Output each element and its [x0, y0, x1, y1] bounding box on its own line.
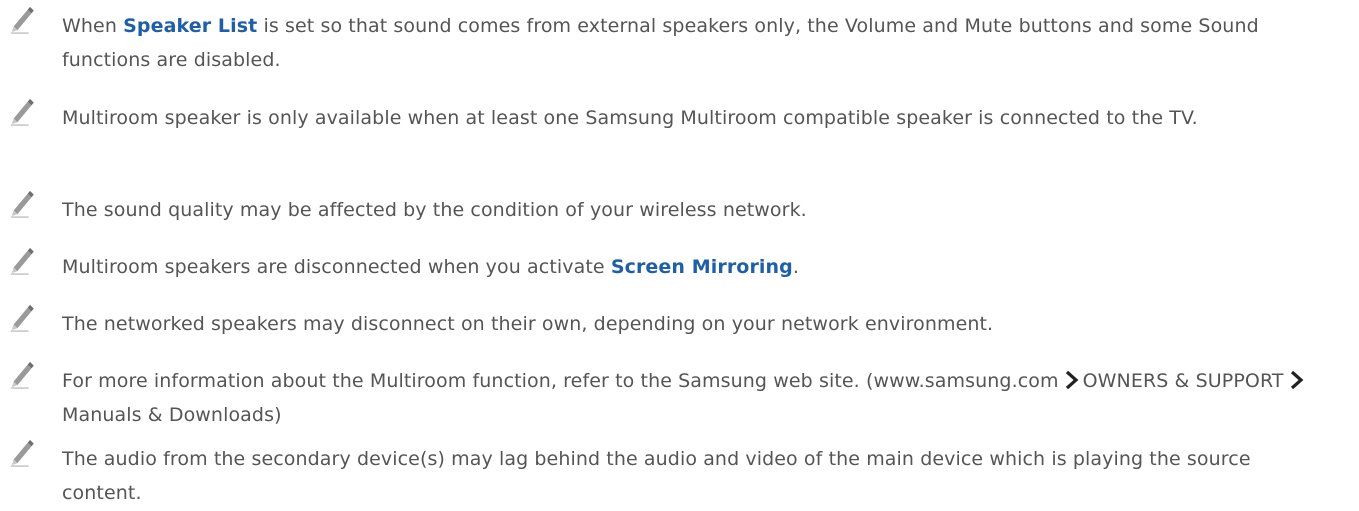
- pencil-icon: [10, 304, 35, 332]
- chevron-right-icon: [1064, 370, 1078, 390]
- note-text: Multiroom speaker is only available when…: [62, 107, 1198, 129]
- pencil-icon: [10, 98, 35, 126]
- note-text: For more information about the Multiroom…: [62, 364, 1332, 432]
- note-text: The sound quality may be affected by the…: [62, 199, 807, 221]
- pencil-icon: [10, 247, 35, 275]
- chevron-right-icon: [1289, 370, 1303, 390]
- pencil-icon: [10, 439, 35, 467]
- pencil-icon: [10, 361, 35, 389]
- note-text: The networked speakers may disconnect on…: [62, 313, 994, 335]
- note-text: Multiroom speakers are disconnected when…: [62, 256, 800, 278]
- pencil-icon: [10, 6, 35, 34]
- pencil-icon: [10, 190, 35, 218]
- screen-mirroring-link: Screen Mirroring: [610, 256, 793, 278]
- speaker-list-link: Speaker List: [123, 15, 258, 37]
- note-text: The audio from the secondary device(s) m…: [62, 448, 1251, 504]
- notes-list: When Speaker List is set so that sound c…: [0, 0, 1359, 511]
- note-text: When Speaker List is set so that sound c…: [62, 15, 1259, 71]
